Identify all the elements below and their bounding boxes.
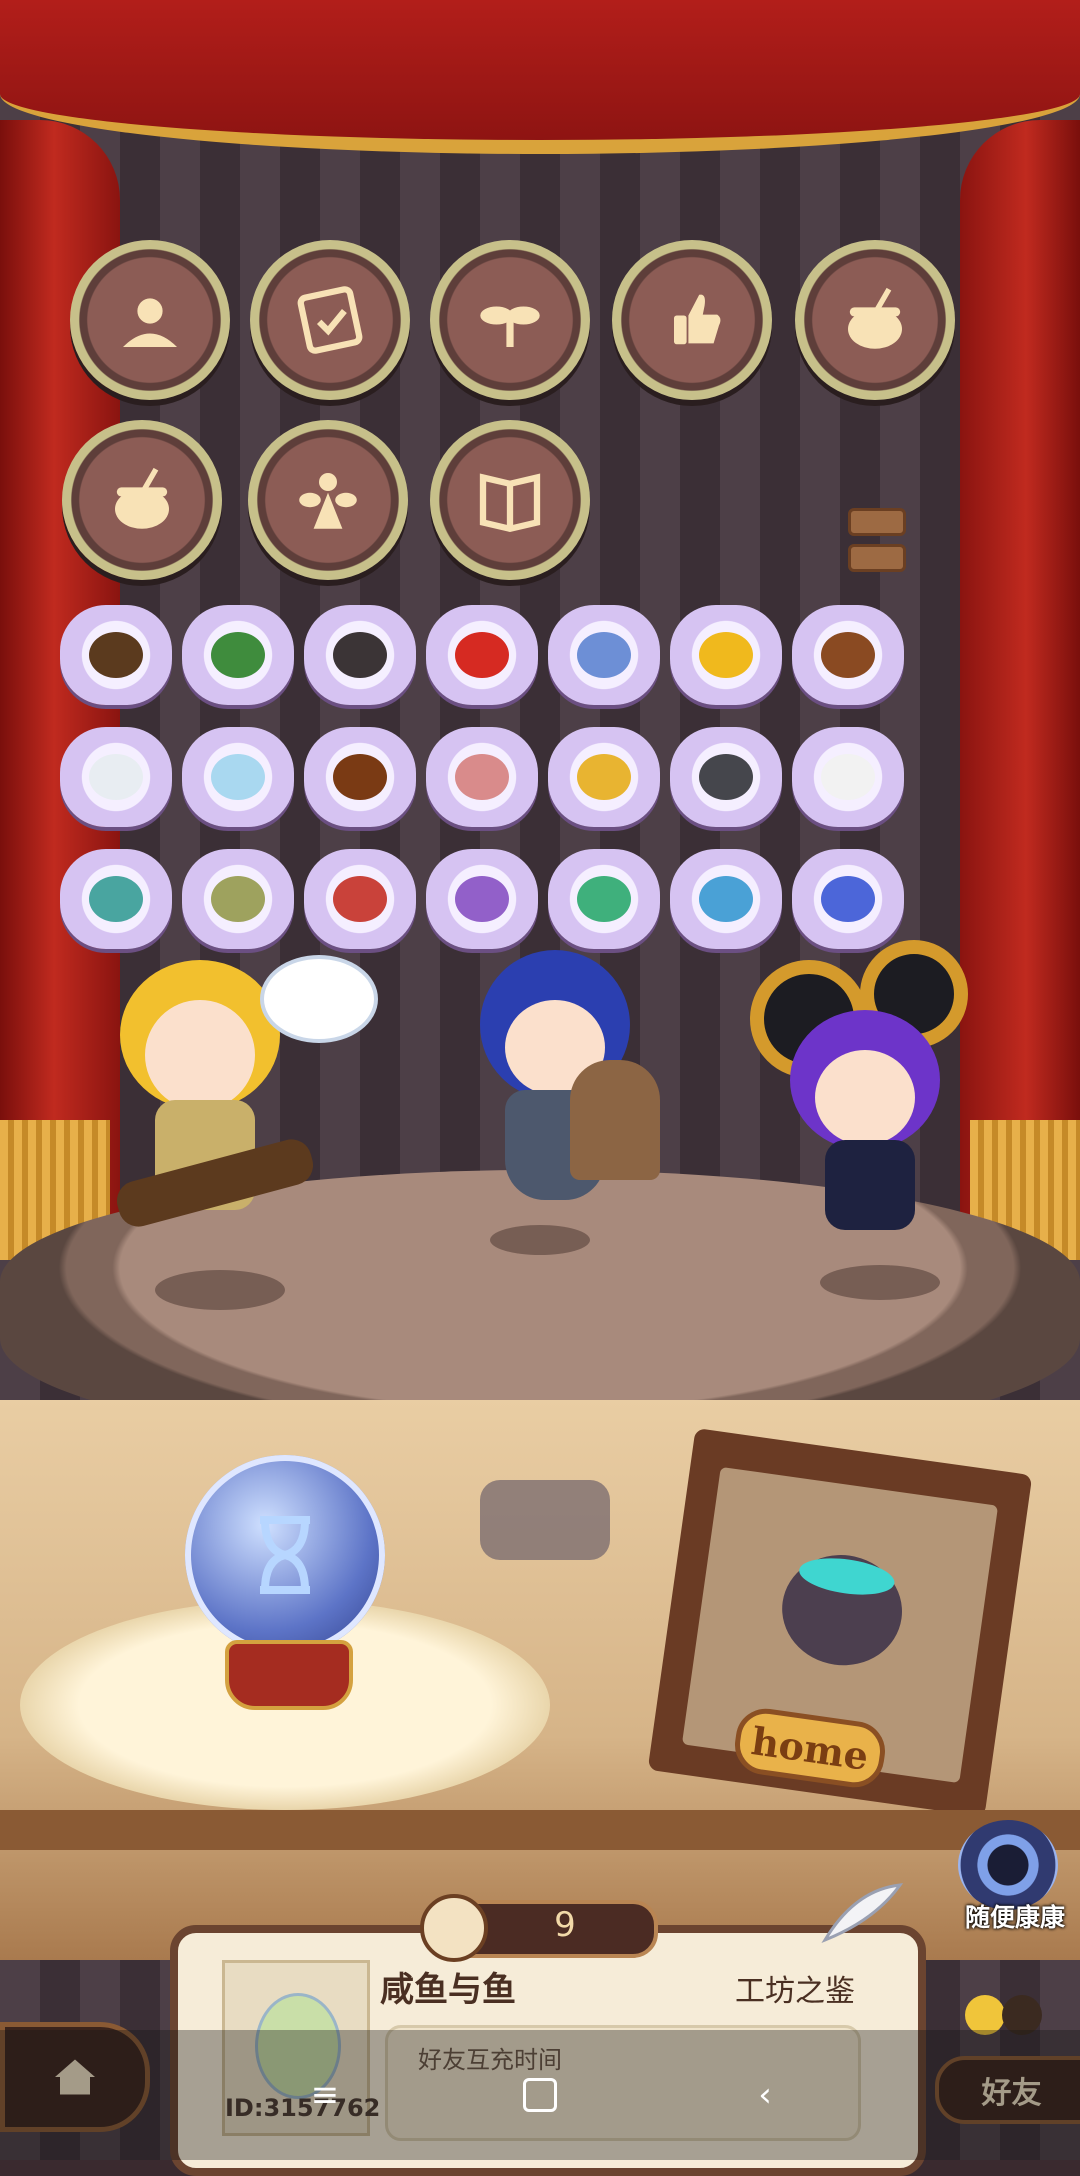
cauldron-badge-2[interactable]	[62, 420, 222, 580]
stage-rim	[0, 1810, 1080, 1850]
random-visit-button[interactable]	[958, 1820, 1058, 1910]
ingredient-slot[interactable]	[60, 727, 172, 827]
ingredient-icon	[211, 632, 265, 678]
ingredient-slot[interactable]	[426, 727, 538, 827]
ingredient-icon	[821, 754, 875, 800]
sprout-badge[interactable]	[430, 240, 590, 400]
ingredient-icon	[89, 632, 143, 678]
ingredient-icon	[455, 632, 509, 678]
sun-leaf-badge[interactable]	[70, 240, 230, 400]
ingredient-icon	[577, 632, 631, 678]
ingredient-icon	[211, 876, 265, 922]
ingredient-icon	[89, 876, 143, 922]
ingredient-slot[interactable]	[182, 849, 294, 949]
ingredient-icon	[699, 876, 753, 922]
ingredient-slot[interactable]	[548, 727, 660, 827]
ingredient-slot[interactable]	[304, 849, 416, 949]
ingredient-slot[interactable]	[792, 727, 904, 827]
likes-count: 9	[554, 1905, 576, 1945]
ingredient-icon	[333, 876, 387, 922]
ingredient-icon	[455, 754, 509, 800]
ingredient-slot[interactable]	[670, 727, 782, 827]
cauldron-badge[interactable]	[795, 240, 955, 400]
book-badge[interactable]	[430, 420, 590, 580]
ingredient-icon	[333, 632, 387, 678]
ingredient-slot[interactable]	[182, 605, 294, 705]
home-nav-icon[interactable]	[520, 2075, 560, 2115]
blue-hair-character[interactable]	[450, 930, 670, 1250]
ingredient-slot[interactable]	[670, 849, 782, 949]
ingredient-icon	[577, 754, 631, 800]
ingredient-slot[interactable]	[304, 605, 416, 705]
ingredient-slot[interactable]	[670, 605, 782, 705]
hourglass-icon	[260, 1516, 310, 1594]
thought-bubble	[260, 955, 378, 1043]
ingredient-icon	[89, 754, 143, 800]
random-visit-label: 随便康康	[964, 1903, 1065, 1932]
player-title: 工坊之鉴	[735, 1974, 855, 2009]
orb-stand	[225, 1640, 353, 1710]
thumbs-up-badge[interactable]	[612, 240, 772, 400]
ingredient-slot[interactable]	[426, 605, 538, 705]
curtain-top	[0, 0, 1080, 154]
list-toggle-button[interactable]	[848, 508, 906, 572]
thumbs-up-icon[interactable]	[420, 1894, 488, 1962]
stage-ornament	[480, 1480, 610, 1560]
certificate-badge[interactable]	[250, 240, 410, 400]
ingredient-slot[interactable]	[548, 605, 660, 705]
ingredient-icon	[577, 876, 631, 922]
purple-hair-character[interactable]	[730, 940, 990, 1260]
fairy-badge[interactable]	[248, 420, 408, 580]
ingredient-slot[interactable]	[182, 727, 294, 827]
ingredient-slot[interactable]	[792, 605, 904, 705]
ingredient-slot[interactable]	[60, 849, 172, 949]
ingredient-icon	[821, 876, 875, 922]
ingredient-icon	[699, 754, 753, 800]
menu-nav-icon[interactable]: ≡	[305, 2075, 345, 2115]
character-shadow	[820, 1265, 940, 1300]
ingredient-icon	[455, 876, 509, 922]
ingredient-icon	[333, 754, 387, 800]
ingredient-slot[interactable]	[304, 727, 416, 827]
player-name: 咸鱼与鱼	[380, 1970, 516, 2010]
ingredient-slot[interactable]	[792, 849, 904, 949]
back-nav-icon[interactable]: ‹	[745, 2075, 785, 2115]
ingredient-icon	[211, 754, 265, 800]
ingredient-icon	[821, 632, 875, 678]
ingredient-icon	[699, 632, 753, 678]
feather-icon[interactable]	[815, 1880, 905, 1950]
ingredient-slot[interactable]	[60, 605, 172, 705]
hourglass-orb-button[interactable]	[185, 1455, 385, 1655]
